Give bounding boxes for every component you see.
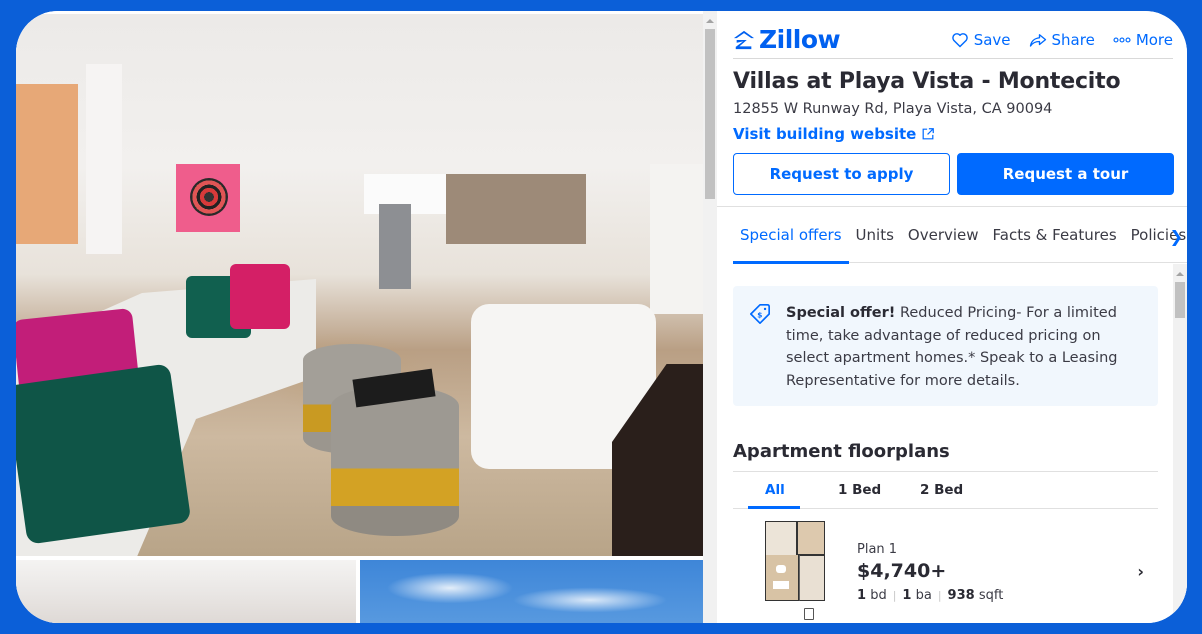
heart-icon <box>951 32 968 47</box>
floorplan-table <box>776 565 786 573</box>
share-label: Share <box>1051 30 1095 49</box>
special-offer-banner: $ Special offer! Reduced Pricing- For a … <box>733 286 1158 406</box>
zillow-logo[interactable]: Zillow <box>733 25 841 54</box>
floorplan-list-item[interactable]: Plan 1 $4,740+ 1 bd | 1 ba | 938 sqft › <box>733 516 1158 621</box>
floorplan-room <box>797 521 825 555</box>
spec-separator: | <box>937 589 942 602</box>
more-dots-icon <box>1113 36 1131 43</box>
floorplan-room <box>799 555 825 601</box>
scrollbar-thumb[interactable] <box>1175 282 1185 318</box>
plan-name: Plan 1 <box>857 542 898 557</box>
plan-price: $4,740+ <box>857 560 947 582</box>
living-room-photo[interactable] <box>16 14 703 556</box>
floorplan-filter-tabs: All 1 Bed 2 Bed <box>733 472 1158 509</box>
floorplan-island <box>773 581 789 589</box>
scroll-up-arrow-icon[interactable] <box>1176 272 1184 276</box>
listing-window: Zillow Save Share More Villas at Playa V… <box>16 11 1187 623</box>
save-button[interactable]: Save <box>951 31 1011 49</box>
photo-gallery <box>16 11 703 623</box>
scroll-up-arrow-icon[interactable] <box>706 19 714 23</box>
tab-overview[interactable]: Overview <box>901 207 986 263</box>
sqft-unit: sqft <box>978 588 1004 603</box>
property-title: Villas at Playa Vista - Montecito <box>733 69 1121 94</box>
price-tag-icon: $ <box>750 304 770 324</box>
property-address: 12855 W Runway Rd, Playa Vista, CA 90094 <box>733 101 1053 117</box>
plan-sqft: 938 sqft <box>948 588 1004 603</box>
floorplan-thumbnail[interactable] <box>763 519 827 603</box>
details-panel: Zillow Save Share More Villas at Playa V… <box>717 11 1187 623</box>
header-actions: Save Share More <box>951 31 1173 49</box>
tab-special-offers[interactable]: Special offers <box>733 207 849 264</box>
request-to-apply-button[interactable]: Request to apply <box>733 153 950 195</box>
photo-detail-side-table <box>331 386 459 536</box>
baths-unit: ba <box>915 588 932 603</box>
active-filter-indicator <box>748 506 800 509</box>
beds-value: 1 <box>857 588 867 603</box>
plan-baths: 1 ba <box>902 588 931 603</box>
tab-facts-features[interactable]: Facts & Features <box>986 207 1124 263</box>
share-button[interactable]: Share <box>1029 31 1095 49</box>
floorplan-room <box>765 521 797 555</box>
photo-detail-door <box>650 164 703 314</box>
gallery-scrollbar[interactable] <box>703 11 717 623</box>
sqft-value: 938 <box>947 588 975 603</box>
zillow-house-icon <box>733 30 755 49</box>
scrollbar-thumb[interactable] <box>705 29 715 199</box>
photo-detail-curtain <box>86 64 122 254</box>
plan-specs: 1 bd | 1 ba | 938 sqft <box>857 588 1003 603</box>
floorplan-document-icon <box>804 608 814 620</box>
request-a-tour-button[interactable]: Request a tour <box>957 153 1174 195</box>
sky-exterior-photo[interactable] <box>360 560 703 623</box>
baths-value: 1 <box>902 588 912 603</box>
external-link-icon <box>922 128 935 140</box>
visit-website-link[interactable]: Visit building website <box>733 125 935 143</box>
floorplan-room <box>765 555 799 601</box>
filter-all[interactable]: All <box>765 482 785 498</box>
tab-units[interactable]: Units <box>849 207 901 263</box>
svg-text:$: $ <box>757 311 762 320</box>
chevron-right-icon[interactable]: › <box>1137 562 1144 581</box>
floorplans-heading: Apartment floorplans <box>733 441 950 462</box>
filter-2-bed[interactable]: 2 Bed <box>920 482 963 498</box>
share-icon <box>1029 33 1046 47</box>
photo-detail-pillow <box>16 363 192 545</box>
spec-separator: | <box>892 589 897 602</box>
photo-detail-backsplash <box>446 174 586 244</box>
panel-header: Zillow Save Share More <box>733 21 1173 59</box>
beds-unit: bd <box>870 588 887 603</box>
save-label: Save <box>973 30 1011 49</box>
tabs-next-chevron-icon[interactable]: ❯ <box>1170 227 1183 246</box>
photo-detail-fridge <box>379 204 411 289</box>
section-tabs: Special offers Units Overview Facts & Fe… <box>733 207 1187 264</box>
more-label: More <box>1135 30 1173 49</box>
photo-detail-window <box>16 84 78 244</box>
brand-name: Zillow <box>759 25 841 54</box>
photo-detail-pillow <box>230 264 290 329</box>
panel-scrollbar[interactable] <box>1173 264 1187 623</box>
special-offer-heading: Special offer! <box>786 305 896 321</box>
plan-beds: 1 bd <box>857 588 887 603</box>
website-link-label: Visit building website <box>733 125 917 143</box>
special-offer-text: Special offer! Reduced Pricing- For a li… <box>786 302 1146 392</box>
photo-detail-art-ring <box>190 178 228 216</box>
filter-1-bed[interactable]: 1 Bed <box>838 482 881 498</box>
bedroom-photo[interactable] <box>16 560 356 623</box>
more-button[interactable]: More <box>1113 31 1173 49</box>
